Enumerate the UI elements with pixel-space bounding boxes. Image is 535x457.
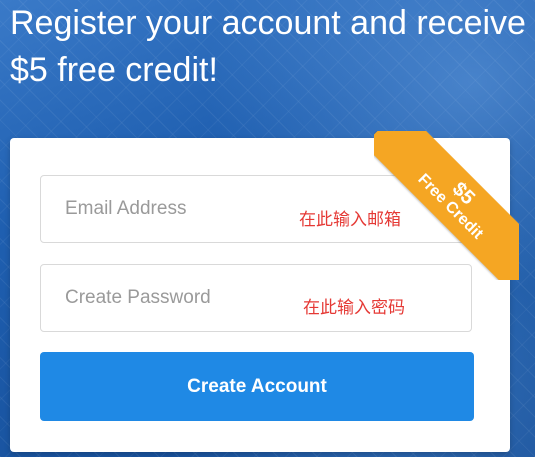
headline-line-2: $5 free credit!	[10, 51, 218, 89]
page-headline: Register your account and receive $5 fre…	[10, 0, 535, 94]
create-account-button[interactable]: Create Account	[40, 352, 474, 421]
free-credit-ribbon: $5 Free Credit	[374, 131, 519, 280]
password-annotation: 在此输入密码	[303, 298, 405, 318]
ribbon-band: $5 Free Credit	[374, 131, 519, 280]
password-input[interactable]	[65, 265, 285, 331]
headline-line-1: Register your account and receive	[10, 4, 526, 42]
ribbon-text: Free Credit	[414, 170, 487, 243]
email-input[interactable]	[65, 176, 285, 242]
